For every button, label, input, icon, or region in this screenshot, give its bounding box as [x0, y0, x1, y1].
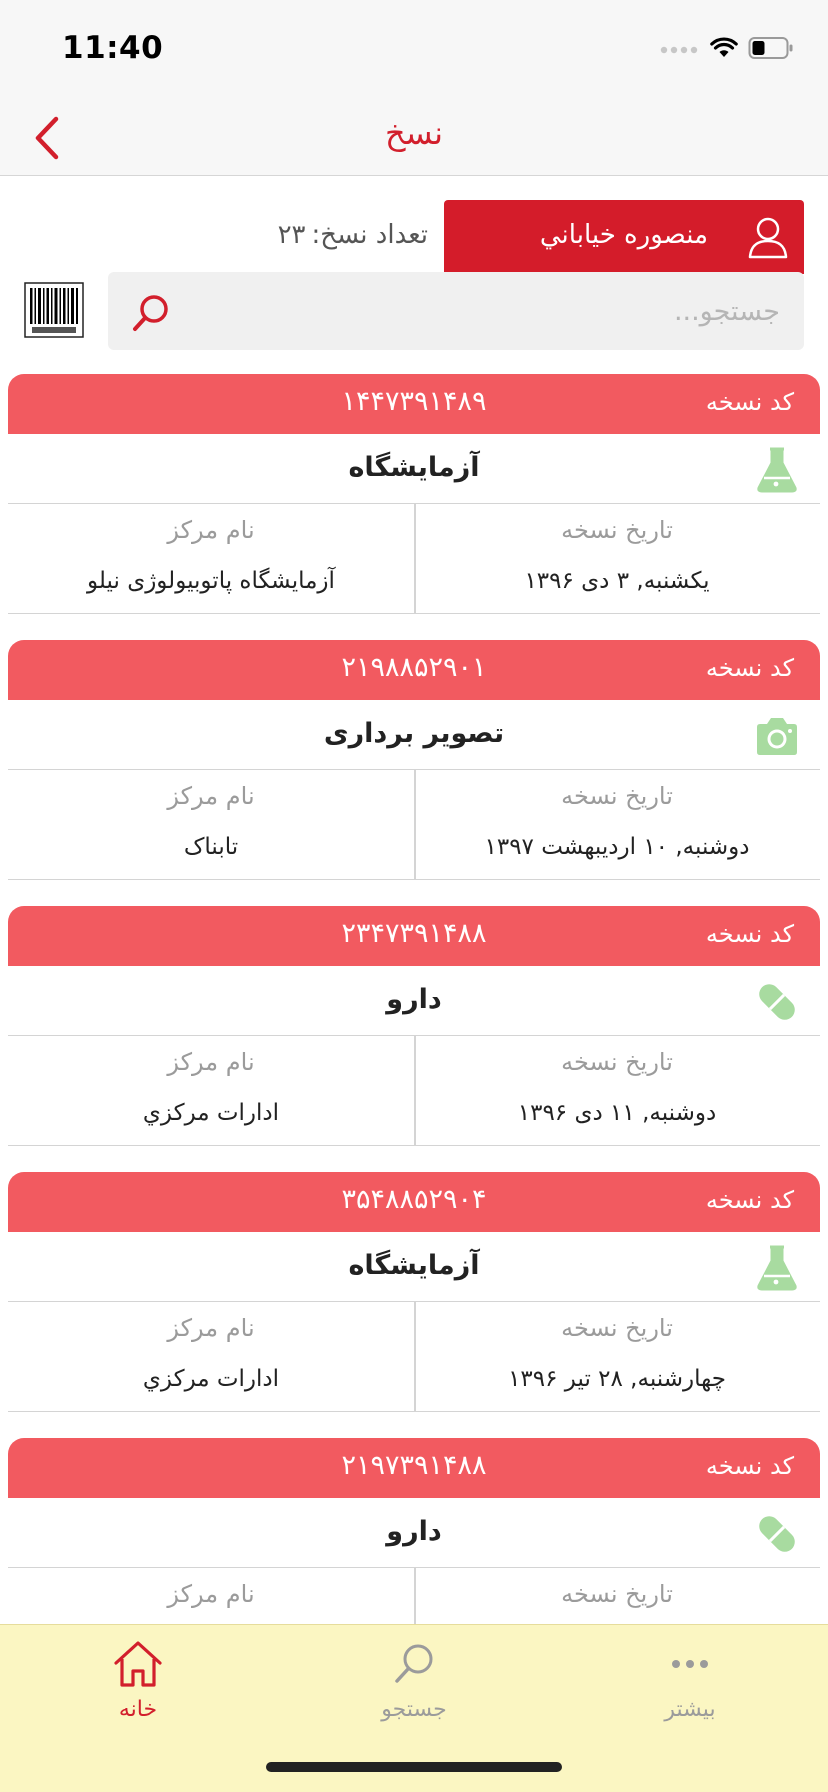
prescription-type: آزمایشگاه	[348, 452, 480, 483]
prescription-card[interactable]: کد نسخه ۳۵۴۸۸۵۲۹۰۴ آزمایشگاه تاریخ نسخه چهار…	[8, 1172, 820, 1438]
prescription-code: ۱۴۴۷۳۹۱۴۸۹	[341, 386, 487, 417]
search-icon[interactable]	[130, 292, 172, 334]
prescription-card[interactable]: کد نسخه ۲۳۴۷۳۹۱۴۸۸ دارو تاریخ نسخه دوشنبه, ۱…	[8, 906, 820, 1172]
prescription-date-label: تاریخ نسخه	[561, 1580, 673, 1608]
card-header: کد نسخه ۳۵۴۸۸۵۲۹۰۴	[8, 1172, 820, 1232]
tab-label: جستجو	[381, 1697, 447, 1722]
center-name-column: نام مرکز تابناک	[8, 770, 414, 880]
prescription-card[interactable]: کد نسخه ۱۴۴۷۳۹۱۴۸۹ آزمایشگاه تاریخ نسخه یکشن…	[8, 374, 820, 640]
tab-label: خانه	[118, 1697, 158, 1722]
prescription-date-column: تاریخ نسخه دوشنبه, ۱۰ اردیبهشت ۱۳۹۷	[414, 770, 820, 880]
prescription-type: دارو	[386, 1516, 442, 1547]
center-name-label: نام مرکز	[167, 1580, 255, 1608]
tab-more[interactable]: بیشتر	[552, 1625, 828, 1745]
prescription-date-column: تاریخ نسخه یکشنبه, ۳ دی ۱۳۹۶	[414, 504, 820, 614]
center-name: تابناک	[183, 834, 239, 860]
center-name-label: نام مرکز	[167, 782, 255, 810]
center-name-label: نام مرکز	[167, 1048, 255, 1076]
center-name: ادارات مرکزي	[142, 1100, 280, 1126]
prescription-count: تعداد نسخ:۲۳	[278, 220, 428, 250]
home-icon	[112, 1639, 164, 1689]
center-name: آزمایشگاه پاتوبیولوژی نیلو	[87, 568, 335, 594]
prescription-date-label: تاریخ نسخه	[561, 1314, 673, 1342]
center-name-label: نام مرکز	[167, 1314, 255, 1342]
prescription-date: دوشنبه, ۱۰ اردیبهشت ۱۳۹۷	[484, 834, 750, 860]
prescription-type: تصویر برداری	[323, 718, 505, 749]
card-details: تاریخ نسخه دوشنبه, ۱۰ اردیبهشت ۱۳۹۷ نام مر…	[8, 770, 820, 880]
user-tab[interactable]: منصوره خياباني	[444, 200, 804, 274]
prescription-type-row: آزمایشگاه	[8, 434, 820, 504]
status-bar: 11:40	[0, 0, 828, 100]
prescription-count-value: ۲۳	[277, 220, 306, 250]
wifi-icon	[710, 37, 738, 63]
status-icons	[660, 36, 794, 64]
status-time: 11:40	[62, 30, 164, 66]
barcode-scan-button[interactable]	[24, 282, 84, 338]
signal-icon	[660, 41, 700, 60]
center-name: ادارات مرکزي	[142, 1366, 280, 1392]
prescription-code: ۲۱۹۷۳۹۱۴۸۸	[341, 1450, 487, 1481]
pill-icon	[754, 978, 800, 1026]
card-header: کد نسخه ۲۱۹۸۸۵۲۹۰۱	[8, 640, 820, 700]
prescription-date-label: تاریخ نسخه	[561, 516, 673, 544]
center-name-label: نام مرکز	[167, 516, 255, 544]
card-details: تاریخ نسخه چهارشنبه, ۲۸ تیر ۱۳۹۶ نام مرکز ا…	[8, 1302, 820, 1412]
search-box	[108, 272, 804, 350]
card-header: کد نسخه ۲۱۹۷۳۹۱۴۸۸	[8, 1438, 820, 1498]
prescription-type: دارو	[386, 984, 442, 1015]
user-icon	[746, 214, 790, 260]
page-title: نسخ	[384, 114, 444, 152]
search-input[interactable]	[260, 272, 780, 350]
prescription-card[interactable]: کد نسخه ۲۱۹۸۸۵۲۹۰۱ تصویر برداری تاریخ نسخه د…	[8, 640, 820, 906]
prescription-date-column: تاریخ نسخه چهارشنبه, ۲۸ تیر ۱۳۹۶	[414, 1302, 820, 1412]
prescription-date-label: تاریخ نسخه	[561, 782, 673, 810]
flask-icon	[754, 446, 800, 494]
prescription-count-label: تعداد نسخ:	[311, 220, 428, 250]
card-details: تاریخ نسخه یکشنبه, ۳ دی ۱۳۹۶ نام مرکز آزمای…	[8, 504, 820, 614]
center-name-column: نام مرکز ادارات مرکزي	[8, 1036, 414, 1146]
prescription-type: آزمایشگاه	[348, 1250, 480, 1281]
pill-icon	[754, 1510, 800, 1558]
card-header: کد نسخه ۱۴۴۷۳۹۱۴۸۹	[8, 374, 820, 434]
barcode-icon	[24, 282, 84, 338]
prescription-date-label: تاریخ نسخه	[561, 1048, 673, 1076]
search-icon	[388, 1639, 440, 1689]
prescription-list: کد نسخه ۱۴۴۷۳۹۱۴۸۹ آزمایشگاه تاریخ نسخه یکشن…	[8, 374, 820, 1704]
nav-bar: نسخ	[0, 100, 828, 176]
tab-search[interactable]: جستجو	[276, 1625, 552, 1745]
prescription-date-column: تاریخ نسخه دوشنبه, ۱۱ دی ۱۳۹۶	[414, 1036, 820, 1146]
tab-label: بیشتر	[664, 1697, 716, 1722]
prescription-code: ۳۵۴۸۸۵۲۹۰۴	[341, 1184, 487, 1215]
prescription-date: دوشنبه, ۱۱ دی ۱۳۹۶	[517, 1100, 717, 1126]
prescription-type-row: آزمایشگاه	[8, 1232, 820, 1302]
prescription-date: چهارشنبه, ۲۸ تیر ۱۳۹۶	[508, 1366, 726, 1392]
card-details: تاریخ نسخه دوشنبه, ۱۱ دی ۱۳۹۶ نام مرکز ادار…	[8, 1036, 820, 1146]
center-name-column: نام مرکز آزمایشگاه پاتوبیولوژی نیلو	[8, 504, 414, 614]
prescription-code: ۲۱۹۸۸۵۲۹۰۱	[341, 652, 487, 683]
prescription-code: ۲۳۴۷۳۹۱۴۸۸	[341, 918, 487, 949]
prescription-type-row: تصویر برداری	[8, 700, 820, 770]
home-indicator	[266, 1762, 562, 1772]
more-icon	[664, 1639, 716, 1689]
user-name: منصوره خياباني	[539, 220, 708, 250]
prescription-date: یکشنبه, ۳ دی ۱۳۹۶	[524, 568, 710, 594]
card-header: کد نسخه ۲۳۴۷۳۹۱۴۸۸	[8, 906, 820, 966]
battery-icon	[748, 36, 794, 64]
prescription-type-row: دارو	[8, 966, 820, 1036]
center-name-column: نام مرکز ادارات مرکزي	[8, 1302, 414, 1412]
prescription-type-row: دارو	[8, 1498, 820, 1568]
camera-icon	[754, 712, 800, 760]
tab-home[interactable]: خانه	[0, 1625, 276, 1745]
flask-icon	[754, 1244, 800, 1292]
